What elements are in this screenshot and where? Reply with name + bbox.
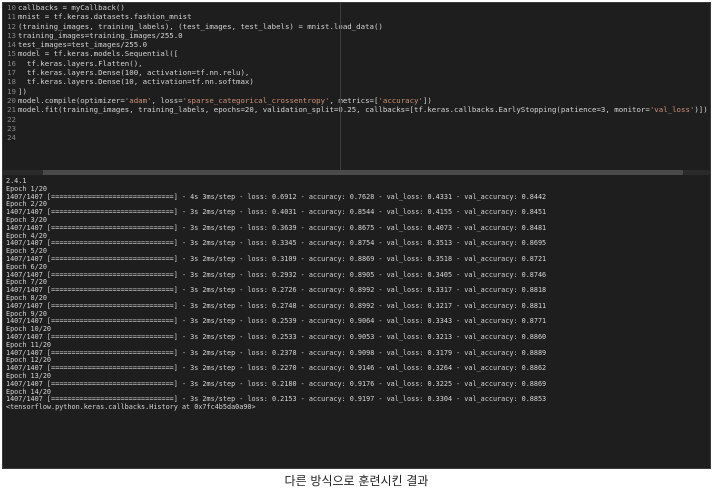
code-token: ]) xyxy=(422,95,432,105)
code-text: tf.keras.layers.Dense(10, activation=tf.… xyxy=(18,77,254,86)
code-text: model = tf.keras.models.Sequential([ xyxy=(18,49,178,58)
string-literal: 'adam' xyxy=(124,95,152,105)
code-token: model.compile(optimizer= xyxy=(18,95,125,105)
output-line: 1407/1407 [=============================… xyxy=(6,192,547,201)
code-line[interactable]: 23 xyxy=(3,124,710,133)
code-line[interactable]: 22 xyxy=(3,115,710,124)
line-number: 20 xyxy=(7,95,16,105)
code-line[interactable]: 17 tf.keras.layers.Dense(100, activation… xyxy=(3,68,710,77)
code-token: ]) xyxy=(18,86,27,96)
code-token: model.fit(training_images, training_labe… xyxy=(18,105,650,115)
output-line: <tensorflow.python.keras.callbacks.Histo… xyxy=(6,403,256,412)
output-line: 1407/1407 [=============================… xyxy=(6,364,547,373)
code-line[interactable]: 18 tf.keras.layers.Dense(10, activation=… xyxy=(3,77,710,86)
output-line: 1407/1407 [=============================… xyxy=(6,317,547,326)
output-line: 1407/1407 [=============================… xyxy=(6,379,547,388)
line-number: 19 xyxy=(7,86,16,96)
code-token: tf.keras.layers.Flatten(), xyxy=(18,58,143,68)
line-number: 17 xyxy=(7,68,16,78)
code-editor[interactable]: 10 callbacks = myCallback() 11 mnist = tf.k… xyxy=(3,3,710,171)
output-line: 1407/1407 [=============================… xyxy=(6,223,547,232)
figure-caption: 다른 방식으로 훈련시킨 결과 xyxy=(284,474,429,488)
output-line: 1407/1407 [=============================… xyxy=(6,301,547,310)
code-line[interactable]: 13 training_images=training_images/255.0 xyxy=(3,31,710,40)
output-lines: 2.4.1 Epoch 1/20 1407/1407 [==============… xyxy=(6,177,710,412)
code-line[interactable]: 12 (training_images, training_labels), (t… xyxy=(3,22,710,31)
line-number: 15 xyxy=(7,49,16,59)
code-text: callbacks = myCallback() xyxy=(18,3,125,12)
code-token: , loss= xyxy=(151,95,183,105)
code-token: mnist = tf.keras.datasets.fashion_mnist xyxy=(18,12,192,22)
line-number: 23 xyxy=(7,123,16,133)
code-line[interactable]: 19]) xyxy=(3,87,710,96)
output-line: 2.4.1 xyxy=(6,177,27,185)
code-line[interactable]: 15 model = tf.keras.models.Sequential([ xyxy=(3,49,710,58)
output-line: 1407/1407 [=============================… xyxy=(6,254,547,263)
notebook-cell: 10 callbacks = myCallback() 11 mnist = tf.k… xyxy=(2,2,711,469)
code-text: mnist = tf.keras.datasets.fashion_mnist xyxy=(18,12,192,21)
code-text: training_images=training_images/255.0 xyxy=(18,31,183,40)
line-number: 11 xyxy=(7,12,16,22)
ruler-line xyxy=(340,3,341,171)
code-text: (training_images, training_labels), (tes… xyxy=(18,22,383,31)
code-token: test_images=test_images/255.0 xyxy=(18,40,148,50)
code-token: callbacks = myCallback() xyxy=(18,3,125,12)
code-text: tf.keras.layers.Flatten(), xyxy=(18,59,143,68)
code-lines: 10 callbacks = myCallback() 11 mnist = tf.k… xyxy=(3,3,710,142)
code-line[interactable]: 16 tf.keras.layers.Flatten(), xyxy=(3,59,710,68)
code-line[interactable]: 21 model.fit(training_images, training_la… xyxy=(3,105,710,114)
output-line: 1407/1407 [=============================… xyxy=(6,286,547,295)
code-line[interactable]: 10 callbacks = myCallback() xyxy=(3,3,710,12)
code-line[interactable]: 14 test_images=test_images/255.0 xyxy=(3,40,710,49)
code-token: model = tf.keras.models.Sequential([ xyxy=(18,49,179,59)
code-token: (training_images, training_labels), (tes… xyxy=(18,21,383,31)
code-line[interactable]: 24 xyxy=(3,133,710,142)
output-line: 1407/1407 [=============================… xyxy=(6,348,547,357)
code-text: ]) xyxy=(18,87,27,96)
code-token: training_images=training_images/255.0 xyxy=(18,30,183,40)
output-line: 1407/1407 [=============================… xyxy=(6,270,547,279)
line-number: 14 xyxy=(7,40,16,50)
line-number: 13 xyxy=(7,30,16,40)
output-line: 1407/1407 [=============================… xyxy=(6,332,547,341)
line-number: 24 xyxy=(7,133,16,143)
line-number: 22 xyxy=(7,114,16,124)
code-token: tf.keras.layers.Dense(10, activation=tf.… xyxy=(18,77,254,87)
code-line[interactable]: 11 mnist = tf.keras.datasets.fashion_mnis… xyxy=(3,12,710,21)
code-token: )]) xyxy=(694,105,708,115)
line-number: 12 xyxy=(7,21,16,31)
code-text: model.compile(optimizer='adam', loss='sp… xyxy=(18,96,432,105)
string-literal: 'accuracy' xyxy=(378,95,423,105)
code-token: tf.keras.layers.Dense(100, activation=tf… xyxy=(18,68,250,78)
line-number: 16 xyxy=(7,58,16,68)
output-line: 1407/1407 [=============================… xyxy=(6,208,547,217)
code-token: , metrics=[ xyxy=(329,95,379,105)
code-text: test_images=test_images/255.0 xyxy=(18,40,147,49)
code-line[interactable]: 20 model.compile(optimizer='adam', loss='… xyxy=(3,96,710,105)
output-line: 1407/1407 [=============================… xyxy=(6,239,547,248)
cell-output: 2.4.1 Epoch 1/20 1407/1407 [==============… xyxy=(3,175,710,468)
string-literal: 'val_loss' xyxy=(649,105,695,115)
code-text: model.fit(training_images, training_labe… xyxy=(18,105,708,114)
string-literal: 'sparse_categorical_crossentropy' xyxy=(182,95,330,105)
line-number: 18 xyxy=(7,77,16,87)
code-text: tf.keras.layers.Dense(100, activation=tf… xyxy=(18,68,250,78)
line-number: 10 xyxy=(7,3,16,12)
line-number: 21 xyxy=(7,105,16,115)
